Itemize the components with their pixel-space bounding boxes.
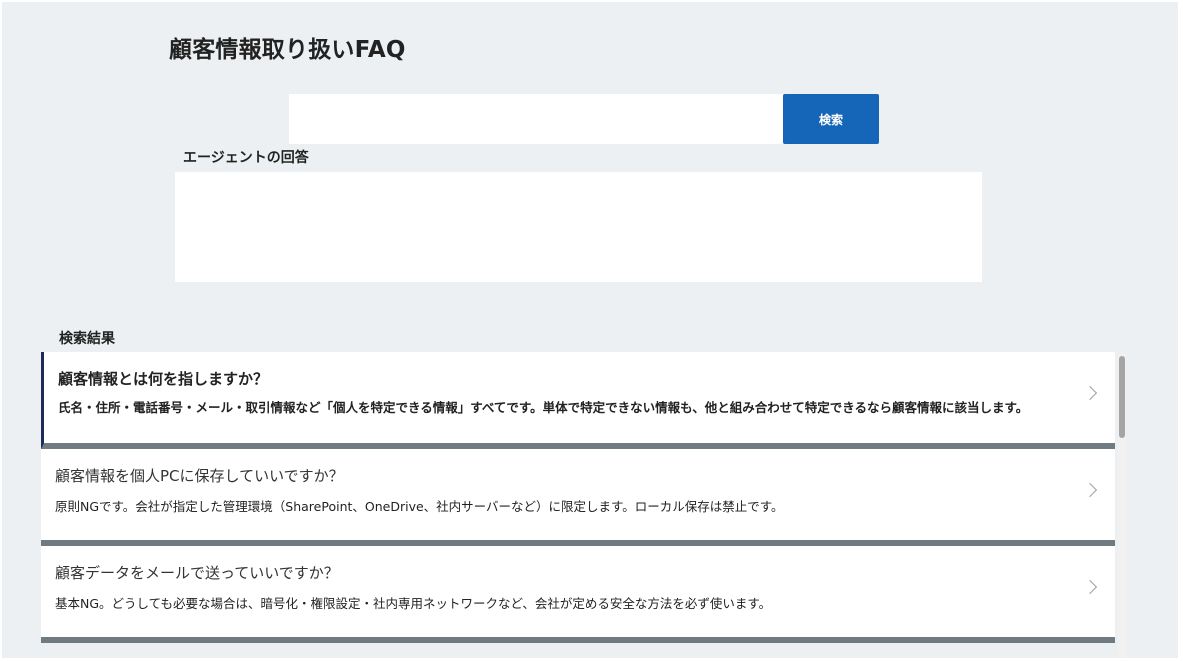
results-scrollbar-thumb[interactable]	[1119, 356, 1125, 438]
result-question: 顧客情報とは何を指しますか？	[58, 370, 269, 388]
result-item[interactable]: 顧客情報を個人PCに保存していいですか？ 原則NGです。会社が指定した管理環境（…	[41, 449, 1115, 546]
result-item[interactable]: 顧客データをメールで送っていいですか？ 基本NG。どうしても必要な場合は、暗号化…	[41, 546, 1115, 643]
result-answer: 原則NGです。会社が指定した管理環境（SharePoint、OneDrive、社…	[55, 499, 784, 514]
result-question: 顧客情報を個人PCに保存していいですか？	[55, 467, 344, 485]
search-results-list: 顧客情報とは何を指しますか？ 氏名・住所・電話番号・メール・取引情報など「個人を…	[41, 352, 1127, 658]
search-input[interactable]	[289, 94, 783, 144]
result-answer: 氏名・住所・電話番号・メール・取引情報など「個人を特定できる情報」すべてです。単…	[58, 400, 1029, 415]
agent-answer-heading: エージェントの回答	[183, 150, 309, 166]
results-scrollbar[interactable]	[1118, 354, 1126, 658]
result-answer: 基本NG。どうしても必要な場合は、暗号化・権限設定・社内専用ネットワークなど、会…	[55, 596, 772, 611]
chevron-right-icon	[1082, 579, 1098, 595]
search-results-heading: 検索結果	[59, 331, 115, 347]
result-item[interactable]: 顧客情報とは何を指しますか？ 氏名・住所・電話番号・メール・取引情報など「個人を…	[41, 352, 1115, 449]
result-question: 顧客データをメールで送っていいですか？	[55, 564, 339, 582]
faq-app: 顧客情報取り扱いFAQ 検索 エージェントの回答 検索結果 顧客情報とは何を指し…	[2, 2, 1178, 658]
chevron-right-icon	[1082, 385, 1098, 401]
chevron-right-icon	[1082, 482, 1098, 498]
agent-answer-box	[175, 172, 982, 282]
page-title: 顧客情報取り扱いFAQ	[169, 37, 406, 63]
search-button[interactable]: 検索	[783, 94, 879, 144]
